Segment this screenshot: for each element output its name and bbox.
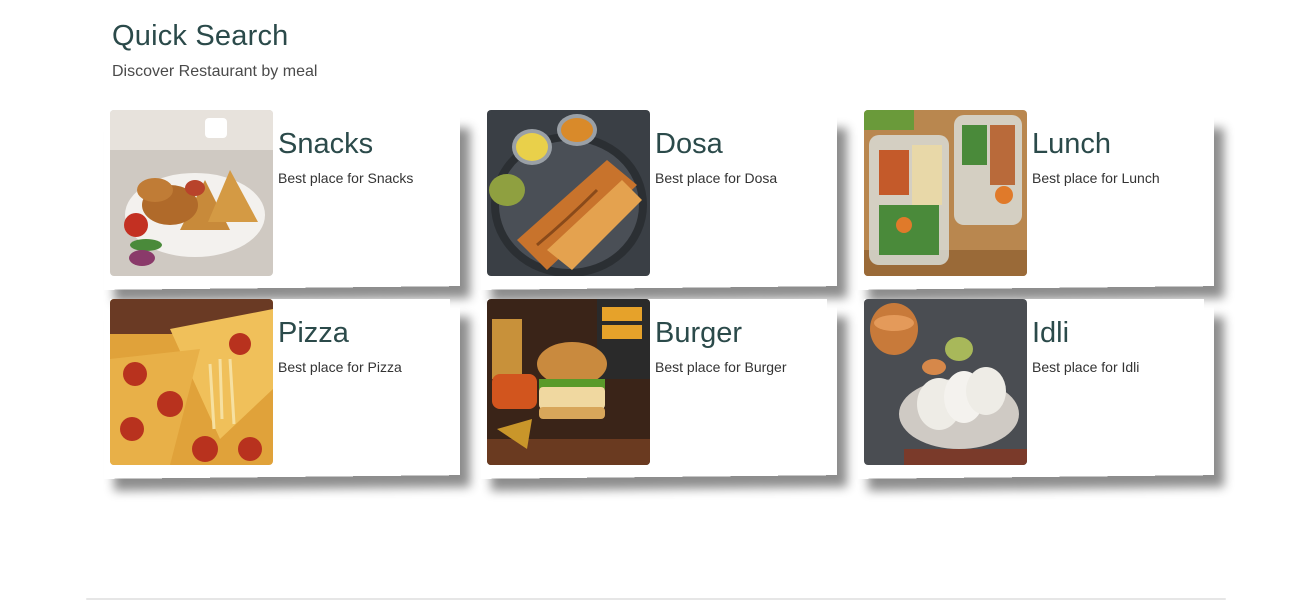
idli-image [864, 299, 1027, 465]
meal-card-snacks[interactable]: Snacks Best place for Snacks [110, 110, 450, 276]
meal-title: Dosa [655, 128, 723, 160]
burger-image [487, 299, 650, 465]
footer-divider [86, 598, 1226, 600]
meal-card-lunch[interactable]: Lunch Best place for Lunch [864, 110, 1204, 276]
meal-title: Burger [655, 317, 743, 349]
page-subtitle: Discover Restaurant by meal [112, 63, 318, 80]
meal-description: Best place for Pizza [278, 359, 402, 375]
meal-grid: Snacks Best place for Snacks Dosa Best p… [110, 110, 1210, 480]
meal-title: Idli [1032, 317, 1070, 349]
meal-card-pizza[interactable]: Pizza Best place for Pizza [110, 299, 450, 465]
lunch-box-image [864, 110, 1027, 276]
pizza-image [110, 299, 273, 465]
meal-description: Best place for Dosa [655, 170, 778, 186]
page-title: Quick Search [112, 20, 289, 52]
quick-search-page: Quick Search Discover Restaurant by meal [0, 0, 1292, 603]
meal-card-idli[interactable]: Idli Best place for Idli [864, 299, 1204, 465]
meal-description: Best place for Snacks [278, 170, 414, 186]
meal-title: Snacks [278, 128, 374, 160]
meal-title: Lunch [1032, 128, 1112, 160]
samosa-plate-image [110, 110, 273, 276]
meal-title: Pizza [278, 317, 349, 349]
meal-description: Best place for Idli [1032, 359, 1140, 375]
meal-description: Best place for Lunch [1032, 170, 1160, 186]
meal-card-dosa[interactable]: Dosa Best place for Dosa [487, 110, 827, 276]
dosa-plate-image [487, 110, 650, 276]
meal-description: Best place for Burger [655, 359, 787, 375]
meal-card-burger[interactable]: Burger Best place for Burger [487, 299, 827, 465]
